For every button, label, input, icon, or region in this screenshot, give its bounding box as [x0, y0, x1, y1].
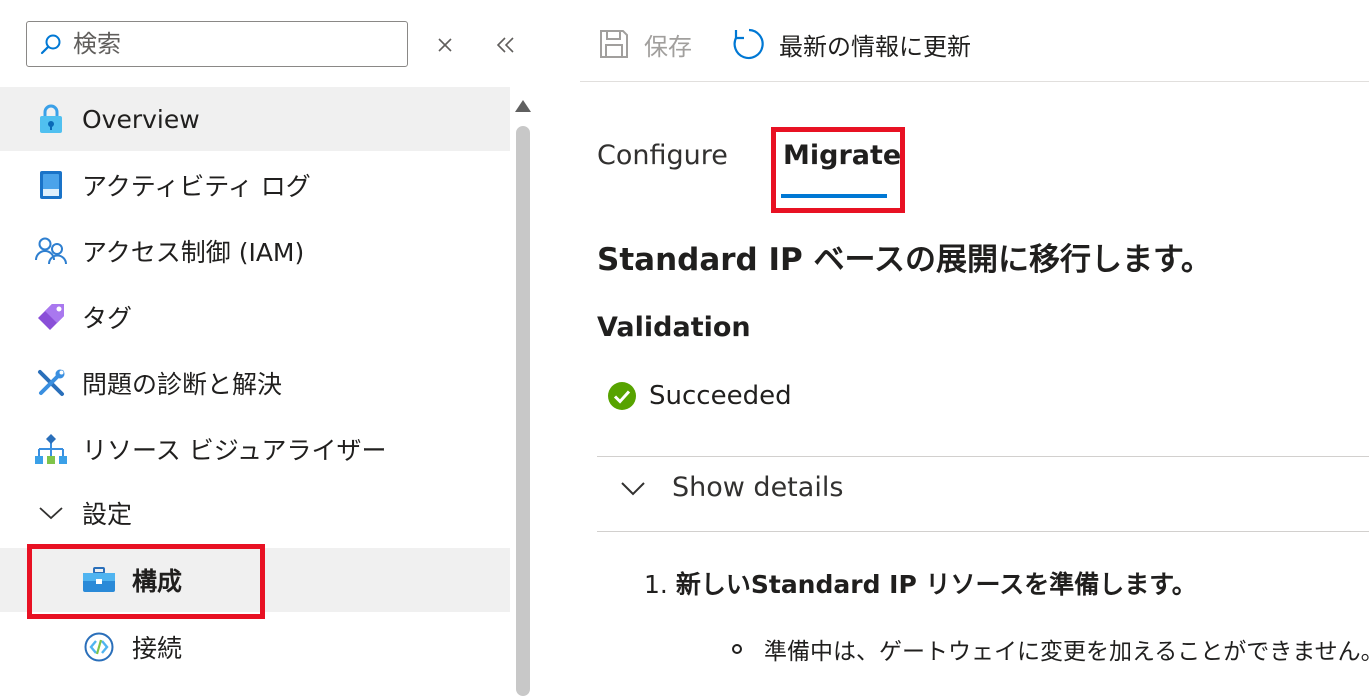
- refresh-button[interactable]: 最新の情報に更新: [731, 24, 971, 64]
- save-button[interactable]: 保存: [596, 24, 692, 64]
- nav-item-resource-visualizer[interactable]: リソース ビジュアライザー: [0, 417, 510, 481]
- lock-shield-icon: [34, 102, 68, 136]
- page-heading: Standard IP ベースの展開に移行します。: [597, 242, 1212, 278]
- save-label: 保存: [644, 32, 692, 61]
- clear-search-button[interactable]: [429, 28, 461, 62]
- refresh-label: 最新の情報に更新: [779, 32, 971, 61]
- nav-item-diagnose-and-solve[interactable]: 問題の診断と解決: [0, 351, 510, 415]
- step-number: 1.: [644, 570, 668, 599]
- show-details-label: Show details: [672, 472, 844, 503]
- bullet-icon: [732, 644, 742, 654]
- nav-item-tags[interactable]: タグ: [0, 285, 510, 349]
- visualizer-icon: [34, 432, 68, 466]
- nav-item-label: タグ: [82, 304, 133, 333]
- migration-step-1: 1. 新しいStandard IP リソースを準備します。: [644, 565, 1197, 601]
- step-1-note-text: 準備中は、ゲートウェイに変更を加えることができません。: [764, 639, 1369, 665]
- divider-top: [597, 456, 1369, 457]
- save-icon: [596, 26, 632, 62]
- chevron-down-icon: [34, 496, 68, 530]
- scroll-up-arrow-icon[interactable]: [515, 100, 531, 112]
- search-input[interactable]: [71, 29, 395, 59]
- activity-log-icon: [34, 168, 68, 202]
- nav-item-connections[interactable]: 接続: [0, 615, 510, 679]
- nav-item-label: 構成: [132, 567, 183, 596]
- nav-item-label: 問題の診断と解決: [82, 370, 283, 399]
- people-icon: [34, 234, 68, 268]
- nav-item-label: アクティビティ ログ: [82, 172, 311, 201]
- command-bar: 保存 最新の情報に更新: [580, 0, 1369, 82]
- wrench-icon: [34, 366, 68, 400]
- nav-item-label: リソース ビジュアライザー: [82, 436, 387, 465]
- nav-item-activity-log[interactable]: アクティビティ ログ: [0, 153, 510, 217]
- collapse-menu-button[interactable]: [490, 28, 522, 62]
- validation-status-text: Succeeded: [649, 381, 792, 411]
- success-check-icon: [608, 382, 636, 410]
- active-tab-indicator: [781, 194, 887, 198]
- resource-menu: Overview アクティビティ ログ アクセス制御 (IAM) タグ 問題の診…: [0, 0, 540, 696]
- chevron-down-icon: [621, 481, 645, 495]
- nav-item-iam[interactable]: アクセス制御 (IAM): [0, 219, 510, 283]
- step-1-note: 準備中は、ゲートウェイに変更を加えることができません。: [732, 632, 1369, 666]
- tab-migrate[interactable]: Migrate: [783, 140, 901, 171]
- close-icon: [438, 38, 452, 52]
- nav-group-label: 設定: [82, 500, 133, 529]
- search-box[interactable]: [26, 21, 408, 67]
- main-content: 保存 最新の情報に更新 Configure Migrate Standard I…: [580, 0, 1369, 694]
- nav-item-label: アクセス制御 (IAM): [82, 238, 305, 267]
- nav-group-settings[interactable]: 設定: [0, 481, 510, 545]
- sidebar-scrollbar-thumb[interactable]: [516, 126, 530, 696]
- tag-icon: [34, 300, 68, 334]
- nav-item-configuration[interactable]: 構成: [0, 548, 510, 612]
- step-text: 新しいStandard IP リソースを準備します。: [675, 570, 1197, 599]
- double-chevron-left-icon: [496, 37, 514, 53]
- divider-bottom: [597, 531, 1369, 532]
- refresh-icon: [731, 26, 767, 62]
- nav-item-label: 接続: [132, 634, 183, 663]
- connection-icon: [82, 630, 116, 664]
- nav-item-label: Overview: [82, 104, 200, 134]
- tab-configure[interactable]: Configure: [597, 140, 728, 171]
- validation-status: Succeeded: [607, 381, 792, 411]
- toolbox-icon: [82, 563, 116, 597]
- validation-title: Validation: [597, 312, 751, 343]
- nav-item-overview[interactable]: Overview: [0, 87, 510, 151]
- search-icon: [39, 32, 63, 56]
- show-details-toggle[interactable]: Show details: [618, 472, 843, 503]
